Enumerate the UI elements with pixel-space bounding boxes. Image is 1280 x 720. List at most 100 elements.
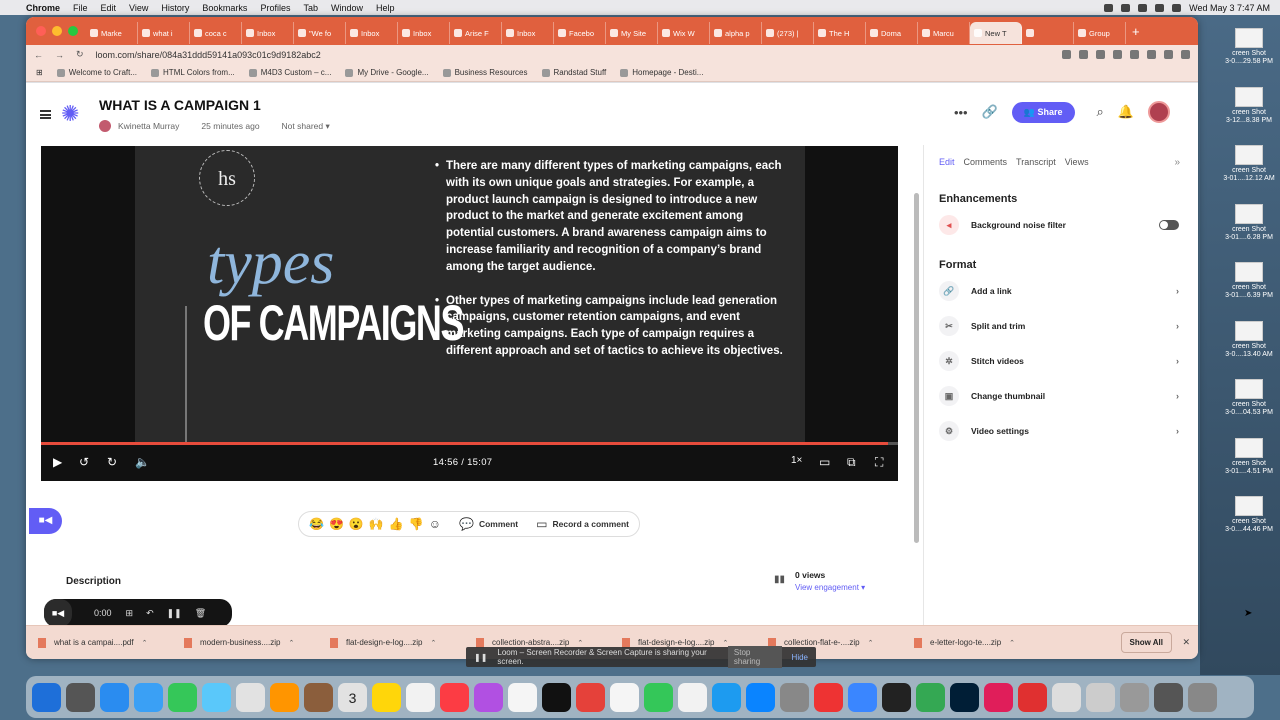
forward-icon[interactable]: → [55, 50, 64, 60]
desktop-file[interactable]: creen Shot 3-0....13.40 AM [1218, 320, 1280, 359]
dock-app-icon[interactable] [304, 682, 333, 712]
reaction-heart-eyes[interactable]: 😍 [329, 517, 344, 531]
trash-icon[interactable]: 🗑 [195, 608, 206, 619]
close-downloads-icon[interactable]: ✕ [1182, 637, 1190, 648]
noise-filter-toggle[interactable] [1159, 220, 1179, 230]
collapse-panel-icon[interactable]: » [1174, 157, 1180, 168]
hamburger-menu-icon[interactable] [40, 110, 51, 119]
dock-app-icon[interactable] [1154, 682, 1183, 712]
bookmark-item[interactable]: Randstad Stuff [541, 68, 606, 77]
sidebar-icon[interactable] [1147, 50, 1156, 59]
extension-icon[interactable] [1113, 50, 1122, 59]
reload-icon[interactable]: ↻ [76, 49, 84, 60]
menu-edit[interactable]: Edit [101, 3, 117, 13]
tab-views[interactable]: Views [1065, 157, 1089, 167]
author-avatar[interactable] [99, 120, 111, 132]
browser-tab[interactable]: Inbox [242, 22, 294, 44]
grid-icon[interactable]: ⊞ [126, 608, 134, 619]
status-icon[interactable] [1121, 3, 1131, 12]
profile-icon[interactable] [1164, 50, 1173, 59]
dock-app-icon[interactable] [848, 682, 877, 712]
chevron-up-icon[interactable]: ⌃ [868, 639, 874, 647]
change-thumbnail-row[interactable]: ▣ Change thumbnail › [939, 384, 1179, 408]
menu-view[interactable]: View [129, 3, 148, 13]
menubar-clock[interactable]: Wed May 3 7:47 AM [1189, 3, 1270, 13]
dock-app-icon[interactable] [882, 682, 911, 712]
browser-tab[interactable]: Facebo [554, 22, 606, 44]
notification-bell-icon[interactable]: 🔔 [1118, 104, 1134, 120]
playback-speed[interactable]: 1× [791, 455, 802, 466]
browser-tab[interactable]: Group [1074, 22, 1126, 44]
comment-button[interactable]: Comment [479, 519, 518, 529]
rewind-icon[interactable]: ↺ [79, 455, 89, 469]
dock-app-icon[interactable] [1188, 682, 1217, 712]
menu-help[interactable]: Help [376, 3, 395, 13]
apps-grid-icon[interactable]: ⊞ [36, 68, 43, 77]
browser-tab[interactable]: Inbox [346, 22, 398, 44]
wifi-icon[interactable] [1138, 3, 1148, 12]
video-title[interactable]: WHAT IS A CAMPAIGN 1 [99, 97, 261, 113]
dock-app-icon[interactable] [644, 682, 673, 712]
dock-app-icon[interactable] [440, 682, 469, 712]
undo-icon[interactable]: ↶ [146, 608, 154, 619]
copy-link-icon[interactable]: 🔗 [982, 104, 998, 120]
dock-app-icon[interactable] [1120, 682, 1149, 712]
dock-app-icon[interactable] [66, 682, 95, 712]
dock-app-icon[interactable] [100, 682, 129, 712]
reaction-thumbs-up[interactable]: 👍 [389, 517, 404, 531]
dock-app-icon[interactable] [712, 682, 741, 712]
dock-app-icon[interactable] [576, 682, 605, 712]
desktop-file[interactable]: creen Shot 3-12...8.38 PM [1218, 86, 1280, 125]
bookmark-item[interactable]: M4D3 Custom – c... [248, 68, 331, 77]
dock-app-icon[interactable] [542, 682, 571, 712]
download-item[interactable]: modern-business....zip ⌃ [172, 637, 318, 648]
chevron-up-icon[interactable]: ⌃ [577, 639, 583, 647]
browser-tab[interactable]: The H [814, 22, 866, 44]
browser-tab[interactable]: My Site [606, 22, 658, 44]
bookmark-star-icon[interactable] [1096, 50, 1105, 59]
search-icon[interactable]: ⌕ [1097, 104, 1104, 120]
puzzle-icon[interactable] [1130, 50, 1139, 59]
fullscreen-icon[interactable]: ⛶ [875, 455, 883, 470]
dock-app-icon[interactable] [32, 682, 61, 712]
minimize-window-button[interactable] [52, 26, 62, 36]
download-item[interactable]: collection-abstra....zip ⌃ [464, 637, 610, 648]
browser-tab[interactable]: Wix W [658, 22, 710, 44]
new-tab-button[interactable]: + [1132, 24, 1140, 39]
browser-tab[interactable]: Marke [86, 22, 138, 44]
picture-in-picture-icon[interactable]: ⧉ [847, 455, 856, 470]
download-item[interactable]: e-letter-logo-te....zip ⌃ [902, 637, 1048, 648]
dock-app-icon[interactable] [168, 682, 197, 712]
user-avatar[interactable] [1148, 101, 1170, 123]
video-player[interactable]: hs types OF CAMPAIGNS There are many dif… [41, 146, 898, 481]
dock-app-icon[interactable] [270, 682, 299, 712]
desktop-file[interactable]: creen Shot 3-0....44.46 PM [1218, 496, 1280, 534]
browser-tab[interactable]: what i [138, 22, 190, 44]
reaction-surprised[interactable]: 😮 [349, 517, 364, 531]
recording-camera-icon[interactable]: ■◀ [44, 599, 72, 627]
show-all-downloads-button[interactable]: Show All [1120, 632, 1172, 653]
dock-app-icon[interactable] [134, 682, 163, 712]
desktop-file[interactable]: creen Shot 3-01....4.51 PM [1218, 437, 1280, 476]
captions-icon[interactable]: ▭ [819, 455, 830, 469]
reaction-raised-hands[interactable]: 🙌 [369, 517, 384, 531]
forward-skip-icon[interactable]: ↻ [107, 455, 117, 469]
download-item[interactable]: what is a campai....pdf ⌃ [26, 637, 172, 648]
browser-tab[interactable]: Marcu [918, 22, 970, 44]
share-button[interactable]: 👥 Share [1011, 101, 1075, 123]
stitch-videos-row[interactable]: ✲ Stitch videos › [939, 349, 1179, 373]
bookmark-item[interactable]: Welcome to Craft... [56, 68, 137, 77]
dock-app-icon[interactable] [1086, 682, 1115, 712]
dock-app-icon[interactable] [202, 682, 231, 712]
dock-app-icon[interactable] [1018, 682, 1047, 712]
browser-tab[interactable]: Doma [866, 22, 918, 44]
dock-app-icon[interactable] [984, 682, 1013, 712]
tab-edit[interactable]: Edit [939, 157, 955, 167]
search-icon[interactable] [1155, 3, 1165, 12]
browser-tab[interactable]: Arise F [450, 22, 502, 44]
control-center-icon[interactable] [1172, 3, 1182, 12]
tab-transcript[interactable]: Transcript [1016, 157, 1056, 167]
reaction-laugh[interactable]: 😂 [309, 517, 324, 531]
chevron-up-icon[interactable]: ⌃ [430, 639, 436, 647]
browser-tab[interactable]: Inbox [398, 22, 450, 44]
